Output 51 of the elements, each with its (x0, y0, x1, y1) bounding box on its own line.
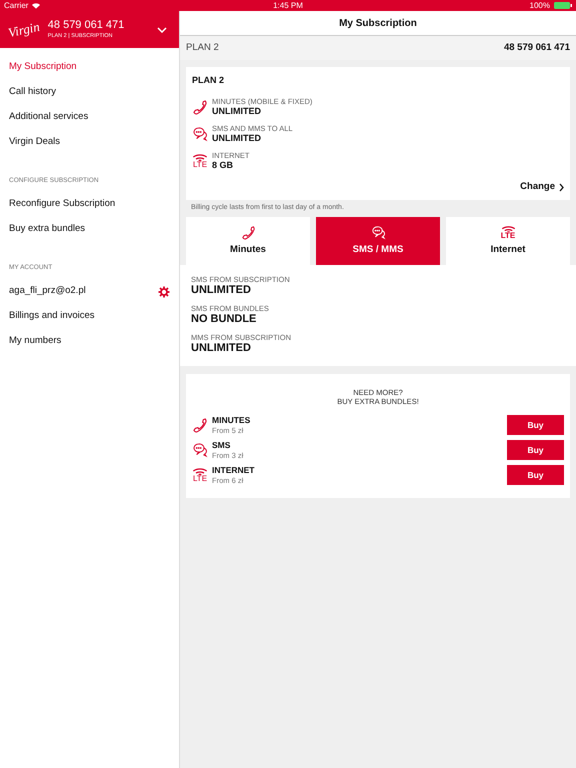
detail-value: NO BUNDLE (191, 313, 258, 328)
chat-bubbles-icon (370, 224, 386, 240)
chat-bubbles-icon (192, 442, 208, 458)
detail-value: UNLIMITED (191, 284, 252, 298)
carrier-label: Carrier (4, 0, 28, 12)
tab[interactable]: SMS / MMS (316, 217, 440, 265)
buy-button[interactable]: Buy (507, 465, 564, 486)
buy-button[interactable]: Buy (507, 440, 564, 460)
page-title: My Subscription (339, 16, 417, 30)
change-link[interactable]: Change (520, 180, 564, 194)
chat-bubbles-icon (192, 126, 208, 142)
buy-button[interactable]: Buy (507, 415, 564, 436)
signal-waves-icon (500, 224, 516, 232)
menu-item[interactable]: My Subscription (9, 60, 77, 75)
phone-number: 48 579 061 471 (48, 19, 126, 33)
feature-value: 8 GB (212, 160, 234, 172)
plan-number: 48 579 061 471 (504, 40, 570, 55)
logo: Virgin (6, 18, 42, 42)
tab[interactable]: LTE Internet (446, 217, 570, 265)
battery-icon (554, 2, 572, 9)
signal-waves-icon (192, 153, 208, 161)
menu-item[interactable]: Virgin Deals (9, 135, 60, 150)
lte-label: LTE (192, 161, 208, 169)
wifi-icon (32, 2, 40, 8)
tab[interactable]: Minutes (186, 217, 310, 265)
menu-item[interactable]: My numbers (9, 334, 62, 349)
menu-item[interactable]: Buy extra bundles (9, 222, 86, 237)
clock: 1:45 PM (273, 0, 303, 12)
plan-name: PLAN 2 (186, 40, 219, 55)
menu-item[interactable]: Billings and invoices (9, 309, 95, 324)
card-title: PLAN 2 (192, 74, 226, 87)
feature-value: UNLIMITED (212, 106, 262, 118)
menu-item[interactable]: Additional services (9, 110, 88, 125)
chevron-down-icon (157, 26, 167, 32)
bundle-name: MINUTES (212, 415, 252, 426)
menu-item[interactable]: Call history (9, 85, 56, 100)
phone-icon (192, 417, 208, 434)
signal-waves-icon (192, 467, 208, 476)
settings-icon[interactable] (158, 286, 170, 298)
chevron-right-icon (559, 182, 564, 192)
menu-item[interactable]: aga_fli_prz@o2.pl (9, 284, 86, 299)
detail-value: UNLIMITED (191, 342, 252, 356)
phone-icon (240, 224, 256, 240)
lte-label: LTE (500, 232, 516, 240)
phone-icon (192, 99, 208, 115)
menu-item[interactable]: Reconfigure Subscription (9, 197, 116, 212)
bundle-name: INTERNET (212, 465, 256, 476)
feature-value: UNLIMITED (212, 133, 262, 144)
lte-label: LTE (192, 475, 208, 484)
battery-level: 100% (530, 0, 550, 12)
bundle-name: SMS (212, 440, 232, 451)
